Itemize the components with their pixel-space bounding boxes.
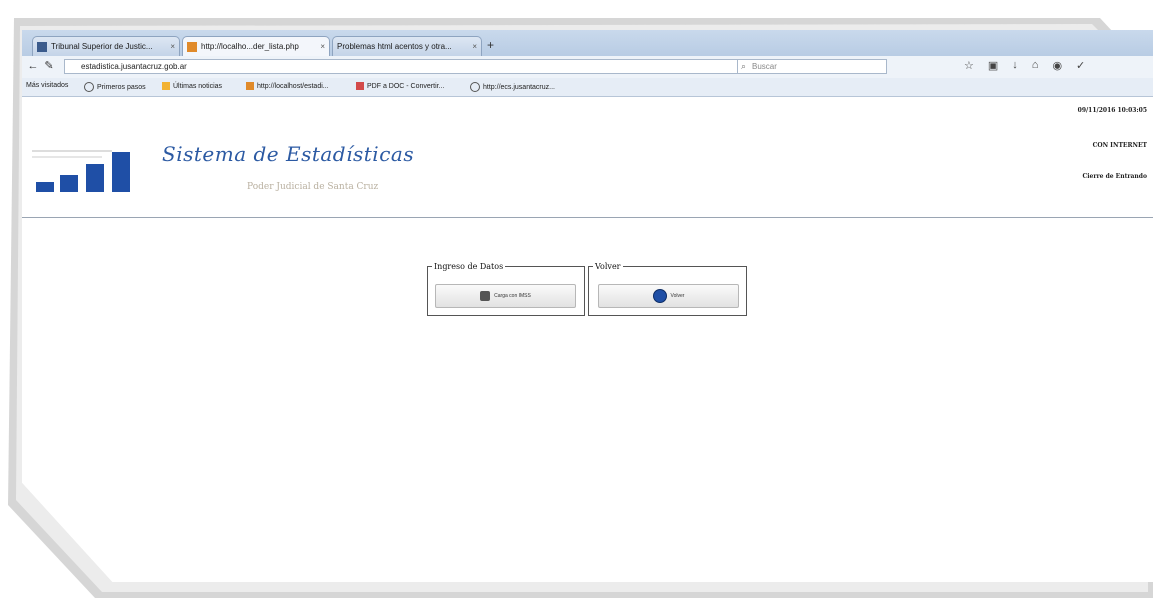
bookmark-item[interactable]: http://ecs.jusantacruz... bbox=[470, 82, 555, 92]
wrench-icon[interactable]: ✎ bbox=[42, 59, 56, 73]
url-bar[interactable]: estadistica.jusantacruz.gob.ar ↻ bbox=[64, 59, 799, 74]
volver-legend: Volver bbox=[595, 262, 621, 271]
site-header: Sistema de Estadísticas Poder Judicial d… bbox=[22, 97, 1153, 218]
bookmark-item[interactable]: Primeros pasos bbox=[84, 82, 146, 92]
tab-localhost[interactable]: http://localho...der_lista.php × bbox=[182, 36, 330, 56]
back-arrow-icon[interactable]: ← bbox=[26, 59, 40, 73]
nav-bar: ← ✎ estadistica.jusantacruz.gob.ar ↻ ⌕ B… bbox=[22, 56, 1153, 79]
site-subtitle: Poder Judicial de Santa Cruz bbox=[247, 182, 379, 192]
browser-window: Tribunal Superior de Justic... × http://… bbox=[22, 30, 1153, 582]
download-icon[interactable]: ↓ bbox=[1012, 59, 1018, 72]
page-content: Sistema de Estadísticas Poder Judicial d… bbox=[22, 97, 1153, 582]
bookmark-item[interactable]: PDF a DOC - Convertir... bbox=[356, 82, 444, 90]
search-placeholder: Buscar bbox=[752, 62, 777, 71]
volver-button-label: Volver bbox=[670, 293, 685, 299]
site-title: Sistema de Estadísticas bbox=[162, 142, 415, 166]
tab-problemas[interactable]: Problemas html acentos y otra... × bbox=[332, 36, 482, 56]
page-icon bbox=[246, 82, 254, 90]
carga-button[interactable]: Carga con IMSS bbox=[435, 284, 576, 308]
pdf-icon bbox=[356, 82, 364, 90]
header-datetime: 09/11/2016 10:03:05 bbox=[1077, 107, 1147, 114]
ingreso-datos-legend: Ingreso de Datos bbox=[434, 262, 504, 271]
upload-icon bbox=[480, 291, 491, 301]
header-user: CON INTERNET bbox=[1092, 142, 1147, 149]
firefox-icon bbox=[84, 82, 94, 92]
tab-label: http://localho...der_lista.php bbox=[201, 42, 299, 51]
carga-button-label: Carga con IMSS bbox=[494, 293, 531, 299]
page-icon bbox=[37, 41, 47, 52]
home-icon[interactable]: ⌂ bbox=[1032, 59, 1039, 72]
tab-label: Tribunal Superior de Justic... bbox=[51, 42, 153, 51]
menu-icon[interactable]: ✓ bbox=[1076, 59, 1085, 72]
volver-button[interactable]: Volver bbox=[598, 284, 739, 308]
library-icon[interactable]: ▣ bbox=[988, 59, 998, 72]
ingreso-datos-fieldset: Ingreso de Datos Carga con IMSS bbox=[427, 262, 585, 316]
addon-icon[interactable]: ◉ bbox=[1052, 59, 1062, 72]
logout-link[interactable]: Cierre de Entrando bbox=[1082, 173, 1147, 180]
globe-icon bbox=[470, 82, 480, 92]
rss-icon bbox=[162, 82, 170, 90]
bookmark-item[interactable]: http://localhost/estadi... bbox=[246, 82, 329, 90]
chart-logo-icon bbox=[36, 137, 136, 192]
tab-strip: Tribunal Superior de Justic... × http://… bbox=[22, 30, 1153, 57]
new-tab-button[interactable]: + bbox=[487, 38, 494, 52]
volver-fieldset: Volver Volver bbox=[588, 262, 747, 316]
close-icon[interactable]: × bbox=[166, 42, 175, 51]
star-icon[interactable]: ☆ bbox=[964, 59, 974, 72]
tab-label: Problemas html acentos y otra... bbox=[337, 42, 452, 51]
back-circle-icon bbox=[652, 289, 667, 303]
close-icon[interactable]: × bbox=[316, 42, 325, 51]
close-icon[interactable]: × bbox=[468, 42, 477, 51]
bookmark-item[interactable]: Últimas noticias bbox=[162, 82, 222, 90]
url-text: estadistica.jusantacruz.gob.ar bbox=[81, 62, 187, 71]
search-icon: ⌕ bbox=[741, 61, 747, 71]
bookmarks-bar: Más visitados Primeros pasos Últimas not… bbox=[22, 78, 1153, 97]
page-icon bbox=[187, 41, 197, 52]
bookmark-item[interactable]: Más visitados bbox=[26, 82, 68, 89]
toolbar-icons: ☆ ▣ ↓ ⌂ ◉ ✓ bbox=[964, 59, 1085, 72]
tab-tribunal[interactable]: Tribunal Superior de Justic... × bbox=[32, 36, 180, 56]
search-input[interactable]: ⌕ Buscar bbox=[737, 59, 887, 74]
